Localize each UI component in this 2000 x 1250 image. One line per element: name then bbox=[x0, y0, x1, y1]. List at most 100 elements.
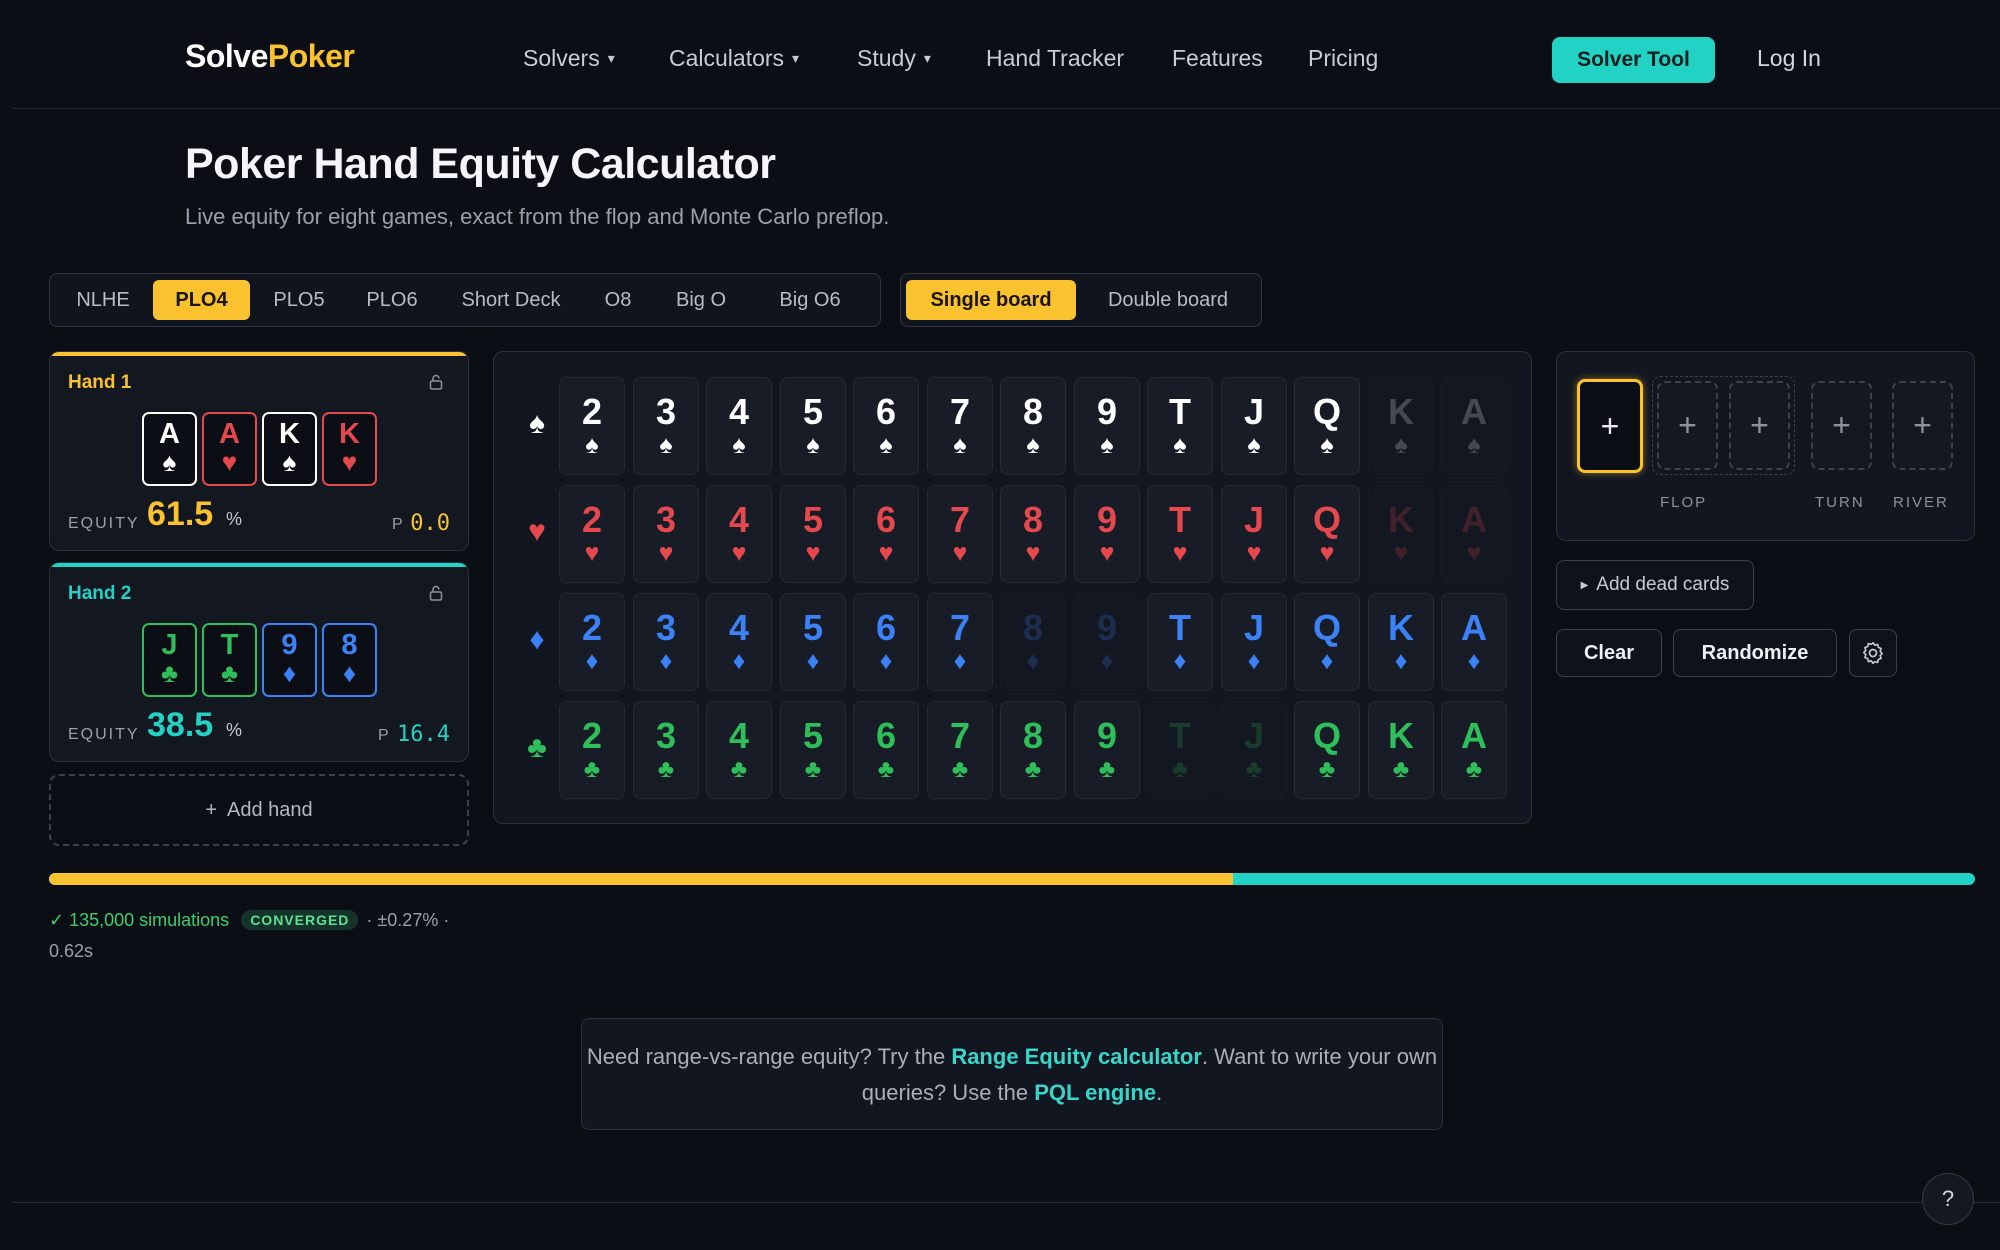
pql-engine-link[interactable]: PQL engine bbox=[1034, 1080, 1156, 1105]
card-rank: 7 bbox=[949, 715, 971, 756]
lock-icon[interactable] bbox=[428, 374, 444, 390]
deck-card[interactable]: J ♠ bbox=[1221, 377, 1287, 475]
login-link[interactable]: Log In bbox=[1757, 45, 1821, 72]
hand-1-card-3[interactable]: K ♠ bbox=[262, 412, 317, 486]
deck-card[interactable]: 8 ♥ bbox=[1000, 485, 1066, 583]
deck-card[interactable]: 6 ♥ bbox=[853, 485, 919, 583]
add-dead-cards-button[interactable]: ▶ Add dead cards bbox=[1556, 560, 1754, 610]
deck-card[interactable]: 3 ♠ bbox=[633, 377, 699, 475]
deck-card[interactable]: A ♣ bbox=[1441, 701, 1507, 799]
add-hand-label: Add hand bbox=[227, 799, 313, 821]
deck-card[interactable]: 5 ♣ bbox=[780, 701, 846, 799]
deck-card[interactable]: Q ♣ bbox=[1294, 701, 1360, 799]
deck-card[interactable]: J ♥ bbox=[1221, 485, 1287, 583]
deck-card[interactable]: 9 ♠ bbox=[1074, 377, 1140, 475]
deck-card[interactable]: 9 ♦ bbox=[1074, 593, 1140, 691]
clear-button[interactable]: Clear bbox=[1556, 629, 1662, 677]
deck-card[interactable]: 4 ♦ bbox=[706, 593, 772, 691]
deck-card[interactable]: 5 ♦ bbox=[780, 593, 846, 691]
deck-card[interactable]: Q ♠ bbox=[1294, 377, 1360, 475]
deck-card[interactable]: 6 ♣ bbox=[853, 701, 919, 799]
card-suit: ♥ bbox=[221, 447, 238, 477]
hand-1-card-2[interactable]: A ♥ bbox=[202, 412, 257, 486]
randomize-button[interactable]: Randomize bbox=[1673, 629, 1837, 677]
deck-card[interactable]: 4 ♠ bbox=[706, 377, 772, 475]
deck-card[interactable]: Q ♦ bbox=[1294, 593, 1360, 691]
deck-card[interactable]: 7 ♠ bbox=[927, 377, 993, 475]
tab-double-board[interactable]: Double board bbox=[1081, 280, 1255, 320]
deck-card[interactable]: T ♣ bbox=[1147, 701, 1213, 799]
hand-2-card-1[interactable]: J ♣ bbox=[142, 623, 197, 697]
hand-2-card-2[interactable]: T ♣ bbox=[202, 623, 257, 697]
deck-card[interactable]: 8 ♣ bbox=[1000, 701, 1066, 799]
deck-card[interactable]: A ♠ bbox=[1441, 377, 1507, 475]
tab-o8[interactable]: O8 bbox=[586, 280, 650, 320]
deck-card[interactable]: 3 ♦ bbox=[633, 593, 699, 691]
deck-card[interactable]: 4 ♣ bbox=[706, 701, 772, 799]
deck-card[interactable]: 2 ♥ bbox=[559, 485, 625, 583]
nav-features[interactable]: Features bbox=[1172, 45, 1263, 72]
deck-card[interactable]: K ♦ bbox=[1368, 593, 1434, 691]
hand-panel-1[interactable]: Hand 1 A ♠ A ♥ K ♠ K ♥ EQUITY 61.5 % P 0.0 bbox=[49, 351, 469, 551]
logo[interactable]: SolvePoker bbox=[185, 38, 355, 75]
deck-card[interactable]: 6 ♠ bbox=[853, 377, 919, 475]
tab-big-o[interactable]: Big O bbox=[655, 280, 747, 320]
hand-1-card-1[interactable]: A ♠ bbox=[142, 412, 197, 486]
deck-card[interactable]: 7 ♦ bbox=[927, 593, 993, 691]
deck-card[interactable]: J ♣ bbox=[1221, 701, 1287, 799]
tab-plo4[interactable]: PLO4 bbox=[153, 280, 250, 320]
nav-hand-tracker[interactable]: Hand Tracker bbox=[986, 45, 1124, 72]
deck-card[interactable]: 2 ♠ bbox=[559, 377, 625, 475]
flop-slot-2[interactable]: + bbox=[1657, 381, 1718, 470]
tab-single-board[interactable]: Single board bbox=[906, 280, 1076, 320]
hand-1-card-4[interactable]: K ♥ bbox=[322, 412, 377, 486]
deck-card[interactable]: 3 ♥ bbox=[633, 485, 699, 583]
hand-panel-2[interactable]: Hand 2 J ♣ T ♣ 9 ♦ 8 ♦ EQUITY 38.5 % P 16.4 bbox=[49, 562, 469, 762]
help-button[interactable]: ? bbox=[1922, 1173, 1974, 1225]
hand-2-card-4[interactable]: 8 ♦ bbox=[322, 623, 377, 697]
deck-card[interactable]: A ♦ bbox=[1441, 593, 1507, 691]
deck-card[interactable]: A ♥ bbox=[1441, 485, 1507, 583]
nav-calculators[interactable]: Calculators ▾ bbox=[669, 45, 799, 72]
solver-tool-button[interactable]: Solver Tool bbox=[1552, 37, 1715, 83]
deck-card[interactable]: 3 ♣ bbox=[633, 701, 699, 799]
hand-2-card-3[interactable]: 9 ♦ bbox=[262, 623, 317, 697]
deck-card[interactable]: Q ♥ bbox=[1294, 485, 1360, 583]
nav-solvers[interactable]: Solvers ▾ bbox=[523, 45, 615, 72]
deck-card[interactable]: 7 ♣ bbox=[927, 701, 993, 799]
deck-card[interactable]: K ♥ bbox=[1368, 485, 1434, 583]
deck-card[interactable]: 8 ♦ bbox=[1000, 593, 1066, 691]
tab-nlhe[interactable]: NLHE bbox=[58, 280, 148, 320]
deck-card[interactable]: J ♦ bbox=[1221, 593, 1287, 691]
nav-study[interactable]: Study ▾ bbox=[857, 45, 931, 72]
deck-card[interactable]: 5 ♠ bbox=[780, 377, 846, 475]
tab-short-deck[interactable]: Short Deck bbox=[441, 280, 581, 320]
flop-slot-1[interactable]: + bbox=[1577, 379, 1643, 473]
settings-button[interactable] bbox=[1849, 629, 1897, 677]
card-suit: ♦ bbox=[806, 647, 820, 675]
deck-card[interactable]: 9 ♥ bbox=[1074, 485, 1140, 583]
deck-card[interactable]: T ♦ bbox=[1147, 593, 1213, 691]
range-equity-link[interactable]: Range Equity calculator bbox=[951, 1044, 1202, 1069]
deck-card[interactable]: T ♠ bbox=[1147, 377, 1213, 475]
tab-plo5[interactable]: PLO5 bbox=[255, 280, 343, 320]
deck-card[interactable]: 5 ♥ bbox=[780, 485, 846, 583]
deck-card[interactable]: 7 ♥ bbox=[927, 485, 993, 583]
deck-card[interactable]: T ♥ bbox=[1147, 485, 1213, 583]
nav-pricing[interactable]: Pricing bbox=[1308, 45, 1378, 72]
deck-card[interactable]: K ♣ bbox=[1368, 701, 1434, 799]
lock-icon[interactable] bbox=[428, 585, 444, 601]
flop-slot-3[interactable]: + bbox=[1729, 381, 1790, 470]
deck-card[interactable]: 9 ♣ bbox=[1074, 701, 1140, 799]
tab-plo6[interactable]: PLO6 bbox=[348, 280, 436, 320]
add-hand-button[interactable]: + Add hand bbox=[49, 774, 469, 846]
river-slot[interactable]: + bbox=[1892, 381, 1953, 470]
deck-card[interactable]: K ♠ bbox=[1368, 377, 1434, 475]
deck-card[interactable]: 8 ♠ bbox=[1000, 377, 1066, 475]
deck-card[interactable]: 6 ♦ bbox=[853, 593, 919, 691]
turn-slot[interactable]: + bbox=[1811, 381, 1872, 470]
deck-card[interactable]: 2 ♣ bbox=[559, 701, 625, 799]
deck-card[interactable]: 4 ♥ bbox=[706, 485, 772, 583]
tab-big-o6[interactable]: Big O6 bbox=[752, 280, 868, 320]
deck-card[interactable]: 2 ♦ bbox=[559, 593, 625, 691]
